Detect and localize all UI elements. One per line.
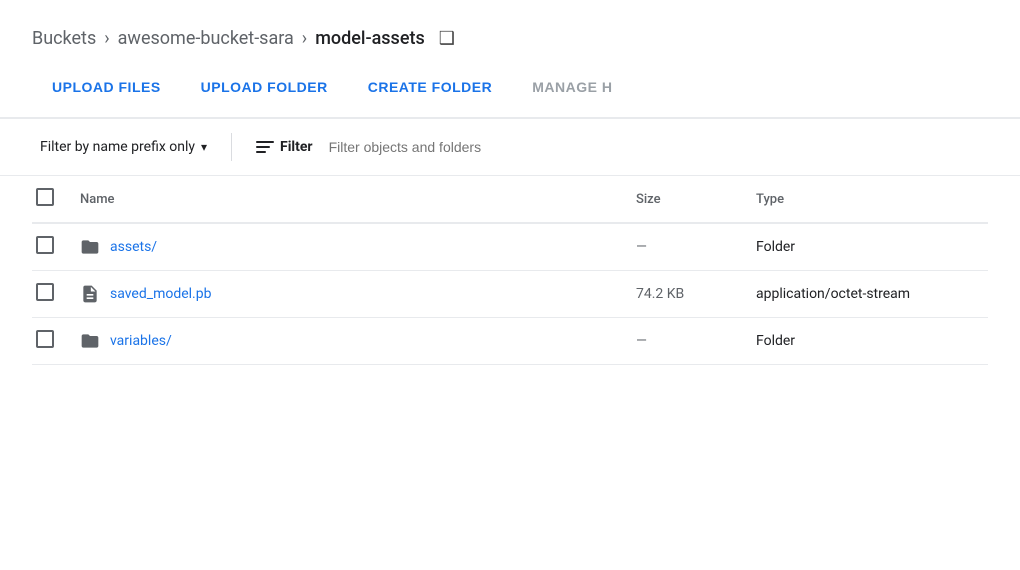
file-icon [80, 284, 100, 304]
filter-by-name-label: Filter by name prefix only [40, 139, 195, 155]
upload-files-button[interactable]: UPLOAD FILES [32, 69, 181, 105]
objects-table: Name Size Type assets/—Foldersaved_model… [32, 176, 988, 365]
filter-input[interactable] [329, 139, 988, 155]
row-checkbox-saved_model[interactable] [36, 283, 54, 301]
col-header-name: Name [72, 176, 628, 223]
action-bar: UPLOAD FILES UPLOAD FOLDER CREATE FOLDER… [0, 65, 1020, 119]
table-row: assets/ —Folder [32, 223, 988, 271]
breadcrumb-bucket-name[interactable]: awesome-bucket-sara [118, 28, 294, 49]
row-name-variables[interactable]: variables/ [110, 333, 172, 349]
col-header-type: Type [748, 176, 988, 223]
breadcrumb-buckets[interactable]: Buckets [32, 28, 96, 49]
row-type-assets: Folder [748, 223, 988, 271]
row-type-variables: Folder [748, 318, 988, 365]
row-size-saved_model: 74.2 KB [628, 271, 748, 318]
filter-lines-icon [256, 141, 274, 153]
create-folder-button[interactable]: CREATE FOLDER [348, 69, 512, 105]
row-name-assets[interactable]: assets/ [110, 239, 157, 255]
row-checkbox-variables[interactable] [36, 330, 54, 348]
objects-table-container: Name Size Type assets/—Foldersaved_model… [0, 176, 1020, 365]
row-type-saved_model: application/octet-stream [748, 271, 988, 318]
folder-icon [80, 237, 100, 257]
breadcrumb-sep-2: › [302, 28, 307, 49]
row-name-saved_model[interactable]: saved_model.pb [110, 286, 211, 302]
dropdown-arrow-icon: ▾ [201, 140, 207, 154]
folder-icon [80, 331, 100, 351]
breadcrumb: Buckets › awesome-bucket-sara › model-as… [0, 0, 1020, 65]
row-size-variables: — [628, 318, 748, 365]
filter-row: Filter by name prefix only ▾ Filter [0, 119, 1020, 176]
row-checkbox-assets[interactable] [36, 236, 54, 254]
row-size-assets: — [628, 223, 748, 271]
filter-label: Filter [280, 139, 313, 155]
table-row: variables/ —Folder [32, 318, 988, 365]
upload-folder-button[interactable]: UPLOAD FOLDER [181, 69, 348, 105]
table-row: saved_model.pb 74.2 KBapplication/octet-s… [32, 271, 988, 318]
select-all-checkbox[interactable] [36, 188, 54, 206]
filter-button[interactable]: Filter [248, 135, 321, 159]
breadcrumb-sep-1: › [104, 28, 109, 49]
copy-path-icon[interactable]: ❑ [439, 28, 455, 49]
filter-by-name-dropdown[interactable]: Filter by name prefix only ▾ [32, 135, 215, 159]
manage-h-button[interactable]: MANAGE H [512, 69, 632, 105]
filter-divider [231, 133, 232, 161]
col-header-size: Size [628, 176, 748, 223]
breadcrumb-current: model-assets [315, 28, 425, 49]
